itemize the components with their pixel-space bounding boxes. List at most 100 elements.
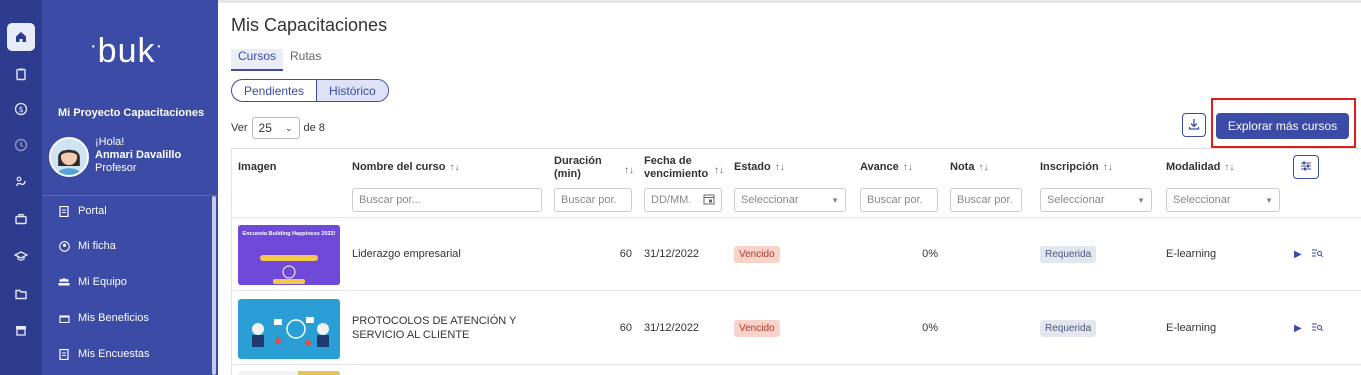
home-icon[interactable] (7, 23, 35, 51)
sidebar-divider (42, 195, 218, 196)
folder-icon[interactable] (7, 280, 35, 308)
col-imagen: Imagen (238, 161, 277, 173)
play-icon[interactable]: ▶ (1294, 249, 1302, 260)
course-thumbnail[interactable] (238, 299, 340, 359)
course-progress: 0% (922, 248, 938, 260)
filter-estado-select[interactable]: Seleccionar ▼ (734, 188, 846, 212)
table-row[interactable]: Encuesta Building Happiness 2023! Lidera… (232, 218, 1361, 291)
sort-icon[interactable]: ↑↓ (903, 162, 913, 173)
download-button[interactable] (1182, 113, 1206, 137)
svg-text:$: $ (18, 105, 23, 114)
sort-icon[interactable]: ↑↓ (775, 162, 785, 173)
health-icon[interactable] (7, 168, 35, 196)
filter-inscripcion-select[interactable]: Seleccionar ▼ (1040, 188, 1152, 212)
main-content: Mis Capacitaciones Cursos Rutas Pendient… (218, 0, 1361, 375)
pagination-size: Ver 25 ⌄ de 8 (231, 117, 325, 139)
sidebar-item-label: Mis Beneficios (78, 312, 149, 324)
courses-table: Imagen Nombre del curso ↑↓ Duración (min)… (231, 148, 1361, 375)
sidebar-scrollbar[interactable] (212, 196, 216, 375)
course-modality: E-learning (1166, 322, 1217, 334)
table-row[interactable]: PROTOCOLOS DE ATENCIÓN Y SERVICIO AL CLI… (232, 292, 1361, 365)
graduation-icon[interactable] (7, 242, 35, 270)
team-icon (58, 276, 70, 288)
sidebar-item-mis-encuestas[interactable]: Mis Encuestas (58, 348, 150, 360)
play-icon[interactable]: ▶ (1294, 323, 1302, 334)
briefcase-icon[interactable] (7, 205, 35, 233)
course-thumbnail[interactable] (238, 371, 340, 375)
col-duracion[interactable]: Duración (min) (554, 155, 614, 181)
dollar-icon[interactable]: $ (7, 95, 35, 123)
sort-icon[interactable]: ↑↓ (1103, 162, 1113, 173)
store-icon[interactable] (7, 316, 35, 344)
tab-rutas[interactable]: Rutas (283, 49, 328, 69)
sidebar-item-label: Mis Encuestas (78, 348, 150, 360)
sidebar-item-label: Mi Equipo (78, 276, 127, 288)
user-role: Profesor (95, 162, 137, 174)
filter-duracion-input[interactable]: Buscar por. (554, 188, 632, 212)
col-nota[interactable]: Nota ↑↓ (950, 161, 988, 174)
user-circle-icon (58, 240, 70, 252)
col-estado[interactable]: Estado ↑↓ (734, 161, 785, 174)
sidebar: ·buk· Mi Proyecto Capacitaciones ¡Hola! … (42, 0, 218, 375)
caret-down-icon: ▼ (1265, 195, 1273, 205)
sort-icon[interactable]: ↑↓ (714, 165, 724, 176)
course-duration: 60 (619, 322, 632, 334)
sort-icon[interactable]: ↑↓ (1224, 162, 1234, 173)
course-due-date: 31/12/2022 (644, 322, 700, 334)
table-row[interactable] (232, 366, 1361, 375)
course-thumbnail[interactable]: Encuesta Building Happiness 2023! (238, 225, 340, 285)
filter-nota-input[interactable]: Buscar por. (950, 188, 1022, 212)
col-modalidad[interactable]: Modalidad ↑↓ (1166, 161, 1234, 174)
sliders-icon (1300, 160, 1312, 175)
segment-pendientes[interactable]: Pendientes (232, 80, 316, 101)
enrollment-badge: Requerida (1040, 246, 1097, 263)
download-icon (1188, 118, 1200, 133)
enrollment-badge: Requerida (1040, 320, 1097, 337)
col-nombre[interactable]: Nombre del curso ↑↓ (352, 161, 460, 174)
col-avance[interactable]: Avance ↑↓ (860, 161, 913, 174)
course-due-date: 31/12/2022 (644, 248, 700, 260)
col-fecha[interactable]: Fecha de vencimiento (644, 155, 710, 181)
calendar-icon[interactable] (703, 193, 715, 208)
highlight-box (1211, 98, 1356, 148)
page-size-select[interactable]: 25 ⌄ (251, 117, 300, 139)
filter-fecha-input[interactable]: DD/MM. (644, 188, 722, 212)
course-name: PROTOCOLOS DE ATENCIÓN Y SERVICIO AL CLI… (352, 315, 517, 341)
thumb-text: Encuesta Building Happiness 2023! (243, 231, 336, 237)
filter-modalidad-select[interactable]: Seleccionar ▼ (1166, 188, 1280, 212)
search-detail-icon[interactable] (1312, 323, 1323, 335)
sort-icon[interactable]: ↑↓ (624, 165, 634, 176)
filter-nombre-input[interactable]: Buscar por... (352, 188, 542, 212)
buk-logo[interactable]: ·buk· (90, 32, 163, 71)
tab-cursos[interactable]: Cursos (231, 49, 284, 71)
status-badge: Vencido (734, 246, 780, 263)
sidebar-item-mi-ficha[interactable]: Mi ficha (58, 240, 116, 252)
avatar[interactable] (49, 137, 89, 177)
column-settings-button[interactable] (1293, 155, 1319, 179)
caret-down-icon: ▼ (1137, 195, 1145, 205)
page-size-value: 25 (258, 121, 272, 135)
filter-avance-input[interactable]: Buscar por. (860, 188, 938, 212)
clipboard-icon[interactable] (7, 60, 35, 88)
sidebar-item-portal[interactable]: Portal (58, 205, 107, 217)
document-icon (58, 205, 70, 217)
search-detail-icon[interactable] (1312, 249, 1323, 261)
clock-icon[interactable] (7, 131, 35, 159)
user-name: Anmari Davalillo (95, 149, 182, 161)
page-count-label: de 8 (303, 122, 325, 134)
chevron-down-icon: ⌄ (284, 122, 293, 133)
caret-down-icon: ▼ (831, 195, 839, 205)
survey-icon (58, 348, 70, 360)
col-inscripcion[interactable]: Inscripción ↑↓ (1040, 161, 1113, 174)
course-progress: 0% (922, 322, 938, 334)
user-greeting: ¡Hola! Anmari Davalillo Profesor (95, 136, 181, 175)
project-name: Mi Proyecto Capacitaciones (58, 107, 205, 119)
sidebar-item-mi-equipo[interactable]: Mi Equipo (58, 276, 127, 288)
gift-icon (58, 312, 70, 324)
segment-historico[interactable]: Histórico (316, 80, 388, 101)
sidebar-item-mis-beneficios[interactable]: Mis Beneficios (58, 312, 149, 324)
course-modality: E-learning (1166, 248, 1217, 260)
sort-icon[interactable]: ↑↓ (450, 162, 460, 173)
sort-icon[interactable]: ↑↓ (978, 162, 988, 173)
course-name: Liderazgo empresarial (352, 248, 461, 260)
